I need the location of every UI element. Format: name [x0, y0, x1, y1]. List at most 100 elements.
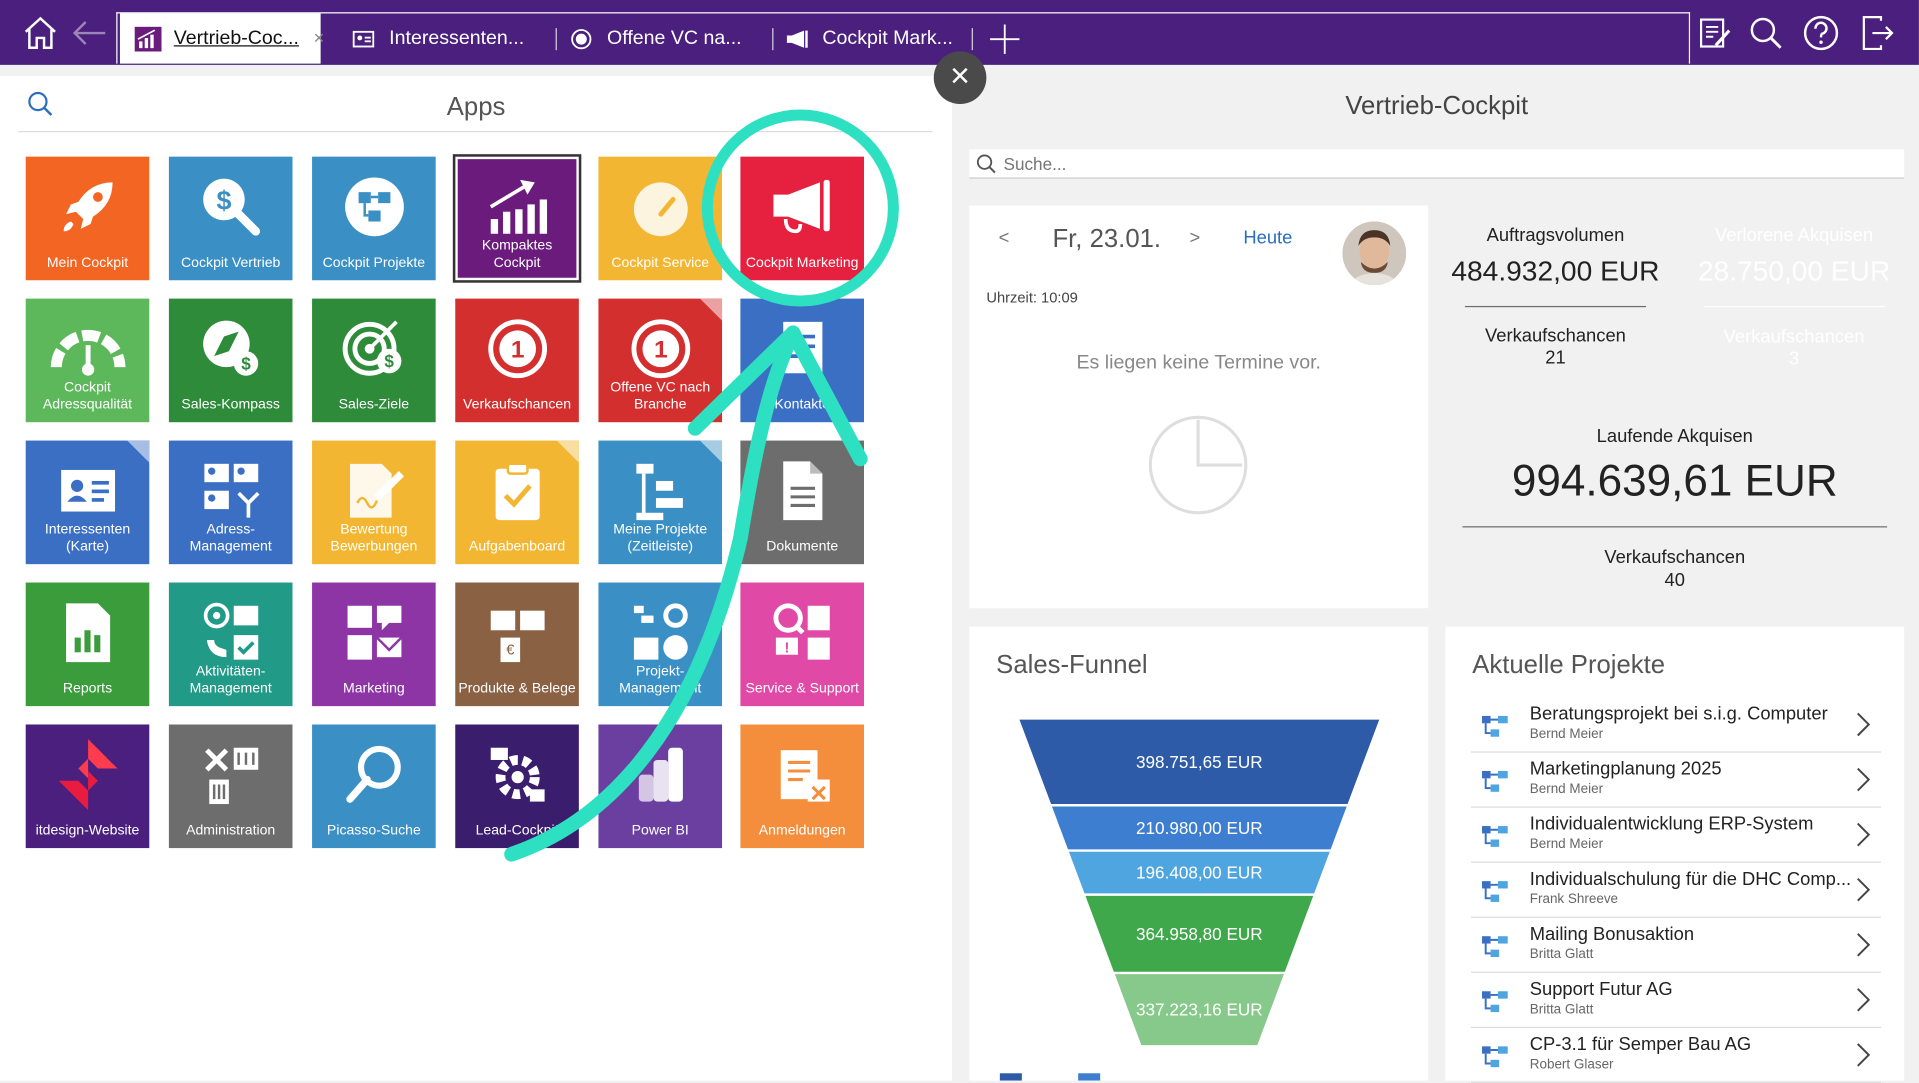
tab-interessenten[interactable]: Interessenten... — [350, 13, 524, 63]
project-title: Beratungsprojekt bei s.i.g. Computer — [1529, 703, 1828, 725]
kpi-auftragsvolumen[interactable]: Auftragsvolumen 484.932,00 EUR Verkaufsc… — [1445, 206, 1665, 387]
app-tile[interactable]: $ Sales-Kompass — [168, 298, 293, 423]
kpi-value: 28.750,00 EUR — [1697, 254, 1891, 287]
app-tile[interactable]: Anmeldungen — [740, 724, 865, 849]
legend-swatch — [999, 1073, 1022, 1081]
svg-text:€: € — [506, 643, 514, 659]
app-tile[interactable]: Adress-Management — [168, 440, 293, 565]
app-tile[interactable]: itdesign-Website — [25, 724, 150, 849]
project-row[interactable]: CP-3.1 für Semper Bau AG Robert Glaser — [1471, 1029, 1881, 1083]
kpi-value: 994.639,61 EUR — [1511, 455, 1838, 506]
tab-vertrieb-cockpit[interactable]: Vertrieb-Coc... × — [119, 13, 324, 64]
calendar-date: Fr, 23.01. — [1052, 225, 1162, 254]
app-tile[interactable]: Lead-Cockpit — [455, 724, 579, 849]
kpi-title: Verlorene Akquisen — [1714, 225, 1874, 246]
back-arrow-icon[interactable] — [71, 15, 108, 52]
search-icon[interactable] — [1748, 15, 1785, 52]
number-one-icon: 1 — [455, 311, 579, 387]
app-tile[interactable]: Picasso-Suche — [312, 724, 436, 849]
project-icon — [1482, 770, 1508, 792]
number-one-icon: 1 — [598, 311, 722, 387]
circle-number-icon — [568, 26, 595, 50]
app-tile[interactable]: Administration — [168, 724, 293, 849]
app-tile-label: Administration — [186, 823, 276, 839]
app-tile[interactable]: Power BI — [598, 724, 723, 849]
app-tile[interactable]: Marketing — [312, 582, 436, 707]
admin-tools-icon — [169, 737, 293, 813]
app-tile[interactable]: Dokumente — [740, 440, 865, 565]
project-title: Individualschulung für die DHC Comp... — [1529, 868, 1852, 890]
plus-icon — [990, 23, 1020, 54]
app-tile[interactable]: Mein Cockpit — [25, 156, 150, 281]
contact-card-icon — [350, 26, 377, 50]
app-tile-label: itdesign-Website — [35, 823, 140, 839]
svg-text:$: $ — [384, 351, 394, 371]
project-owner: Britta Glatt — [1529, 947, 1594, 962]
app-tile[interactable]: Cockpit Service — [598, 156, 723, 281]
project-row[interactable]: Individualschulung für die DHC Comp... Fr… — [1471, 864, 1881, 918]
funnel-stage-label: 196.408,00 EUR — [1136, 863, 1263, 883]
logout-icon[interactable] — [1859, 15, 1896, 52]
app-tile[interactable]: € Produkte & Belege — [455, 582, 579, 707]
app-tile[interactable]: Cockpit Adressqualität — [25, 298, 150, 423]
app-tile[interactable]: Reports — [25, 582, 150, 707]
search-input[interactable] — [1003, 151, 1885, 177]
chevron-right-icon — [1857, 988, 1871, 1012]
document-list-icon — [740, 311, 864, 387]
activity-icons-icon — [169, 595, 293, 671]
app-tile[interactable]: Projekt-Management — [598, 582, 723, 707]
chevron-right-icon — [1857, 933, 1871, 957]
next-day-button[interactable]: > — [1190, 228, 1201, 249]
app-tile[interactable]: Kontakte — [740, 298, 865, 423]
new-tab-button[interactable] — [984, 13, 1026, 63]
help-icon[interactable] — [1803, 15, 1840, 52]
funnel-stage-label: 398.751,65 EUR — [1136, 752, 1263, 772]
project-row[interactable]: Individualentwicklung ERP-System Bernd Me… — [1471, 809, 1881, 863]
app-tile[interactable]: Bewertung Bewerbungen — [312, 440, 436, 565]
tab-cockpit-marketing[interactable]: Cockpit Mark... — [783, 13, 953, 63]
tile-corner-marker — [127, 440, 150, 463]
app-tile[interactable]: Kompaktes Cockpit — [452, 154, 582, 283]
today-link[interactable]: Heute — [1243, 228, 1292, 249]
tab-offene-vc[interactable]: Offene VC na... — [568, 13, 742, 63]
kpi-verlorene-akquisen[interactable]: Verlorene Akquisen 28.750,00 EUR Verkauf… — [1684, 206, 1904, 387]
address-cards-icon — [169, 453, 293, 529]
app-tile[interactable]: Meine Projekte (Zeitleiste) — [598, 440, 723, 565]
svg-text:!: ! — [784, 640, 789, 656]
project-row[interactable]: Mailing Bonusaktion Britta Glatt — [1471, 919, 1881, 973]
avatar[interactable] — [1342, 221, 1407, 286]
app-tile[interactable]: Aktivitäten-Management — [168, 582, 293, 707]
app-tile-label: Kontakte — [774, 397, 830, 413]
svg-text:$: $ — [216, 185, 231, 215]
project-row[interactable]: Beratungsprojekt bei s.i.g. Computer Bern… — [1471, 699, 1881, 753]
app-tile-label: Interessenten (Karte) — [44, 522, 131, 555]
app-tile[interactable]: $ Sales-Ziele — [312, 298, 436, 423]
app-tile[interactable]: 1 Offene VC nach Branche — [598, 298, 723, 423]
kpi-value: 484.932,00 EUR — [1451, 254, 1660, 287]
project-title: Mailing Bonusaktion — [1529, 923, 1695, 945]
app-tile[interactable]: $ Cockpit Vertrieb — [168, 156, 293, 281]
project-row[interactable]: Support Futur AG Britta Glatt — [1471, 974, 1881, 1028]
app-tile[interactable]: 1 Verkaufschancen — [455, 298, 579, 423]
notes-icon[interactable] — [1696, 15, 1733, 52]
app-tile[interactable]: Interessenten (Karte) — [25, 440, 150, 565]
prev-day-button[interactable]: < — [999, 228, 1010, 249]
clipboard-check-icon — [455, 453, 579, 529]
app-tile[interactable]: Cockpit Projekte — [312, 156, 436, 281]
app-tile-label: Anmeldungen — [758, 823, 846, 839]
app-tile[interactable]: Cockpit Marketing — [740, 156, 865, 281]
app-tile[interactable]: Aufgabenboard — [455, 440, 579, 565]
chevron-right-icon — [1857, 822, 1871, 847]
home-icon[interactable] — [22, 15, 59, 52]
app-tile-label: Projekt-Management — [619, 664, 702, 697]
app-tile-label: Mein Cockpit — [46, 255, 129, 271]
chevron-right-icon — [1857, 1043, 1871, 1067]
app-tile[interactable]: ! Service & Support — [740, 582, 865, 707]
app-tile-label: Verkaufschancen — [463, 397, 572, 413]
app-tile-label: Dokumente — [766, 539, 839, 555]
kpi-laufende-akquisen[interactable]: Laufende Akquisen 994.639,61 EUR Verkauf… — [1445, 406, 1904, 608]
current-time: Uhrzeit: 10:09 — [986, 288, 1078, 306]
project-row[interactable]: Marketingplanung 2025 Bernd Meier — [1471, 754, 1881, 808]
close-panel-button[interactable]: × — [933, 51, 987, 105]
tab-close-button[interactable]: × — [314, 28, 325, 49]
